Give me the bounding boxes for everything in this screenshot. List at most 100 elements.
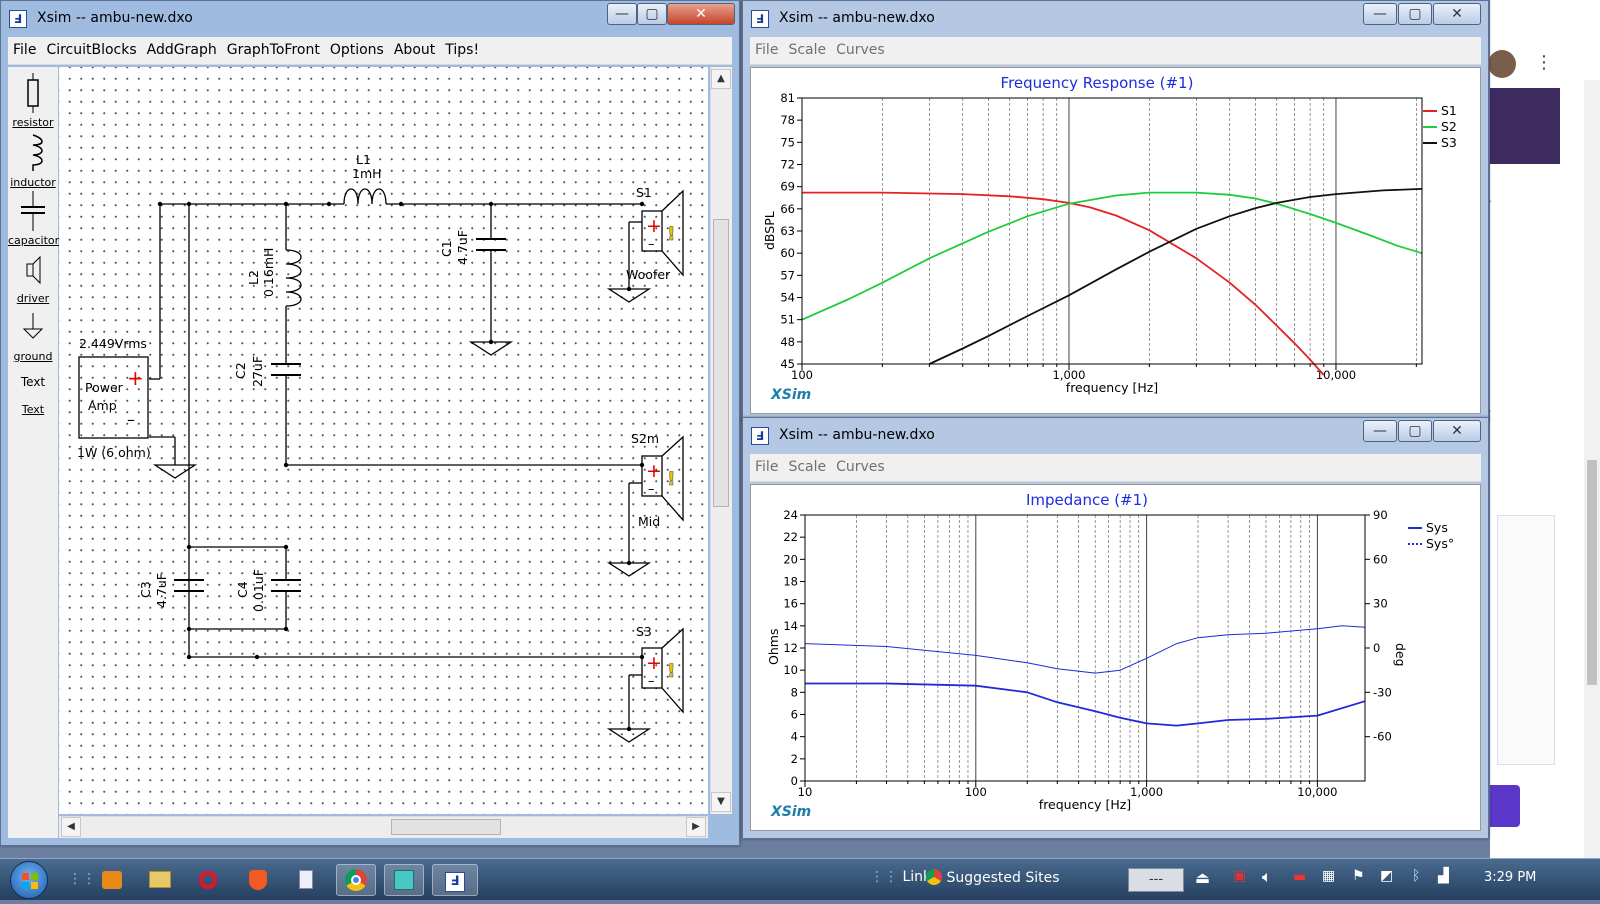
y2-tick-label: -60: [1373, 730, 1392, 744]
maximize-button[interactable]: ▢: [637, 3, 667, 25]
horizontal-scrollbar[interactable]: ◀ ▶: [59, 816, 708, 838]
plot-frame: [804, 514, 1366, 782]
palette-resistor[interactable]: resistor: [8, 73, 58, 129]
palette-text[interactable]: Text Text: [8, 375, 58, 416]
s3-warning-icon: !: [667, 660, 676, 682]
start-button[interactable]: [10, 861, 48, 899]
plug-icon[interactable]: ⏏: [1195, 868, 1210, 887]
menu-curves[interactable]: Curves: [831, 454, 890, 475]
imp-menubar: File Scale Curves: [750, 454, 1481, 482]
chrome-taskbar-icon[interactable]: [336, 864, 376, 896]
suggested-sites-link[interactable]: Suggested Sites: [926, 869, 1060, 886]
windows-update-tray-icon[interactable]: ▦: [1322, 868, 1335, 884]
media-player-taskbar-icon[interactable]: [92, 864, 132, 896]
schematic-canvas[interactable]: + – + – + – + – ! ! ! L1 1mH L2 0.16mH C…: [59, 67, 708, 814]
menu-file[interactable]: File: [750, 454, 783, 475]
close-button[interactable]: ✕: [667, 3, 735, 25]
close-button[interactable]: ✕: [1433, 3, 1481, 25]
maximize-button[interactable]: ▢: [1398, 3, 1432, 25]
l2-value: 0.16mH: [261, 248, 276, 297]
x-tick-label: 10: [798, 785, 813, 799]
ground-icon: [22, 313, 44, 339]
menu-scale[interactable]: Scale: [783, 37, 831, 58]
palette-ground[interactable]: ground: [8, 311, 58, 363]
legend-label: S3: [1441, 135, 1457, 150]
menu-about[interactable]: About: [389, 37, 440, 58]
y-tick-label: 69: [780, 180, 795, 194]
series-line-s2: [801, 191, 1423, 321]
xsim-app-icon: Ⅎ: [751, 427, 769, 445]
legend-label: S1: [1441, 103, 1457, 118]
impedance-graph[interactable]: Impedance (#1) 24 22 20 18 16 14 12 10 8 6 4 2 0 90 60…: [750, 484, 1481, 831]
maximize-button[interactable]: ▢: [1398, 420, 1432, 442]
y-tick-label: 20: [783, 552, 798, 566]
tray-input-box[interactable]: ---: [1128, 868, 1184, 892]
menu-file[interactable]: File: [8, 37, 41, 58]
y-tick-label: 54: [780, 291, 795, 305]
volume-icon[interactable]: 🔈︎: [1262, 867, 1272, 887]
menu-circuitblocks[interactable]: CircuitBlocks: [41, 37, 141, 58]
xsim-taskbar-icon[interactable]: Ⅎ: [432, 864, 478, 896]
background-avatar: [1488, 50, 1516, 78]
menu-scale[interactable]: Scale: [783, 454, 831, 475]
display-tray-icon[interactable]: ◩: [1380, 868, 1393, 884]
flag-icon[interactable]: ⚑: [1352, 868, 1365, 884]
s3-plus-sign: +: [646, 652, 662, 674]
background-menu-icon[interactable]: ⋮: [1535, 52, 1553, 73]
vertical-scrollbar[interactable]: ▲ ▼: [710, 67, 732, 814]
s2-label: S2m: [631, 431, 659, 446]
clock[interactable]: 3:29 PM: [1484, 870, 1536, 885]
network-tray-icon[interactable]: ▣: [1233, 868, 1246, 884]
menu-graphtofront[interactable]: GraphToFront: [222, 37, 325, 58]
schematic-titlebar[interactable]: Ⅎ Xsim -- ambu-new.dxo — ▢ ✕: [1, 1, 739, 37]
background-purple-banner: [1490, 88, 1560, 164]
y2-tick-label: 0: [1373, 641, 1380, 655]
palette-driver[interactable]: driver: [8, 253, 58, 305]
menu-file[interactable]: File: [750, 37, 783, 58]
imp-titlebar[interactable]: Ⅎ Xsim -- ambu-new.dxo — ▢ ✕: [743, 418, 1488, 454]
c3-label: C3: [138, 581, 153, 598]
close-button[interactable]: ✕: [1433, 420, 1481, 442]
y-tick-label: 72: [780, 158, 795, 172]
toolbox-tray-icon[interactable]: ▬: [1293, 869, 1306, 885]
component-palette: resistor inductor capacitor driver groun…: [8, 67, 59, 838]
series-line-sys: [805, 682, 1366, 727]
background-purple-button[interactable]: [1490, 785, 1520, 827]
freq-titlebar[interactable]: Ⅎ Xsim -- ambu-new.dxo — ▢ ✕: [743, 1, 1488, 37]
minimize-button[interactable]: —: [1363, 3, 1397, 25]
scroll-right-arrow-icon[interactable]: ▶: [686, 817, 706, 837]
y-tick-label: 48: [780, 335, 795, 349]
l1-value: 1mH: [352, 166, 382, 181]
scroll-down-arrow-icon[interactable]: ▼: [711, 792, 731, 812]
menu-options[interactable]: Options: [325, 37, 389, 58]
impedance-chart: Impedance (#1) 2422201816141210864209060…: [766, 491, 1454, 820]
menu-addgraph[interactable]: AddGraph: [142, 37, 222, 58]
text-icon: Text: [20, 375, 46, 389]
bluetooth-icon[interactable]: ᛒ: [1412, 868, 1420, 884]
minimize-button[interactable]: —: [607, 3, 637, 25]
menu-curves[interactable]: Curves: [831, 37, 890, 58]
s2-name: Mid: [638, 514, 660, 529]
y-tick-label: 18: [783, 575, 798, 589]
c3-value: 4.7uF: [154, 573, 169, 608]
scroll-left-arrow-icon[interactable]: ◀: [61, 817, 81, 837]
opera-taskbar-icon[interactable]: [188, 864, 228, 896]
scroll-up-arrow-icon[interactable]: ▲: [711, 69, 731, 89]
notepad-taskbar-icon[interactable]: [286, 864, 326, 896]
palette-capacitor[interactable]: capacitor: [8, 191, 59, 247]
c1-label: C1: [439, 240, 454, 257]
y-tick-label: 4: [791, 730, 798, 744]
amp-label-power: Power: [85, 380, 124, 395]
horizontal-scroll-thumb[interactable]: [391, 819, 501, 835]
minimize-button[interactable]: —: [1363, 420, 1397, 442]
background-scrollbar[interactable]: [1584, 80, 1600, 858]
signal-icon[interactable]: ▟: [1438, 868, 1449, 884]
file-explorer-taskbar-icon[interactable]: [140, 864, 180, 896]
brave-taskbar-icon[interactable]: [238, 864, 278, 896]
s2-plus-sign: +: [646, 460, 662, 482]
palette-inductor[interactable]: inductor: [8, 133, 58, 189]
vertical-scroll-thumb[interactable]: [713, 219, 729, 507]
frequency-response-graph[interactable]: Frequency Response (#1) 81 78 75 72 69 66 63 60…: [750, 67, 1481, 414]
menu-tips[interactable]: Tips!: [440, 37, 484, 58]
app-taskbar-icon[interactable]: [384, 864, 424, 896]
